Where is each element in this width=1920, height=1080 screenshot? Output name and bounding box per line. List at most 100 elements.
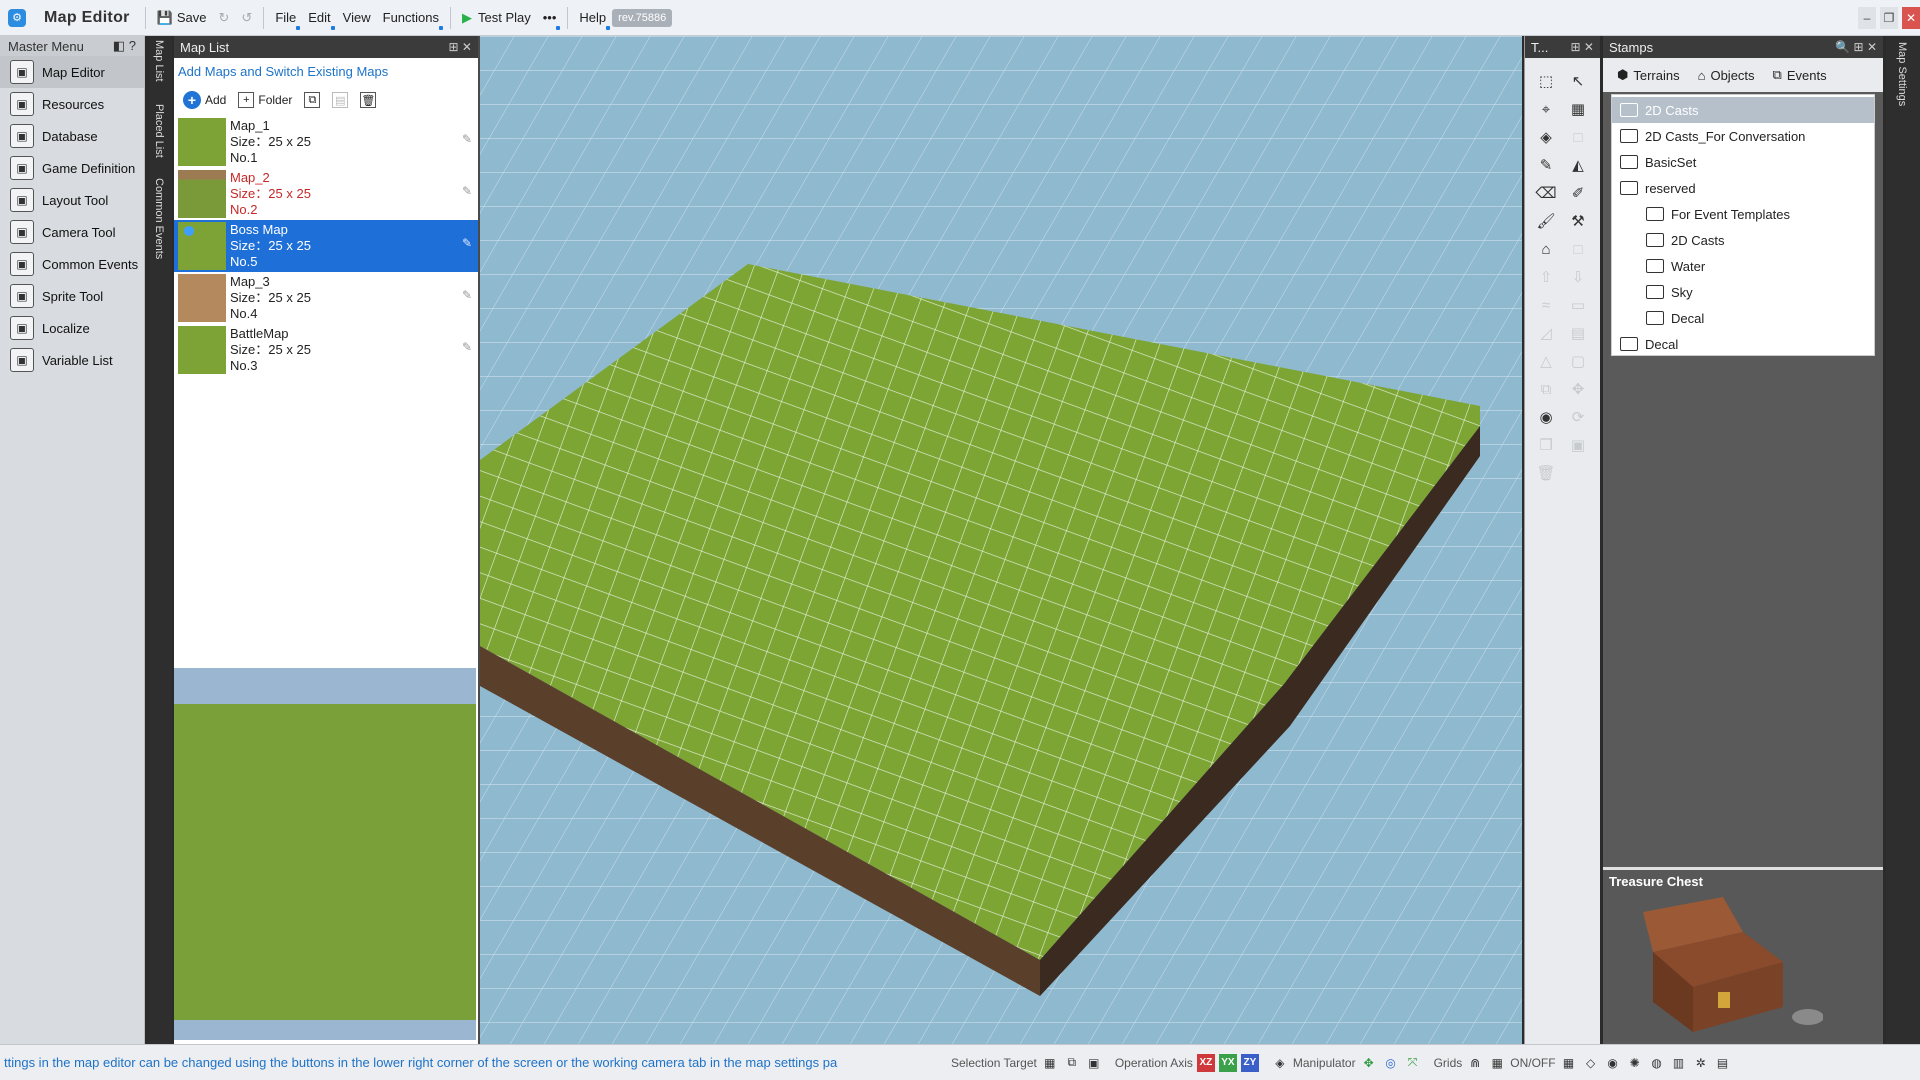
close-button[interactable]: ✕ [1902, 6, 1920, 29]
tree-folder[interactable]: Decal [1612, 331, 1874, 355]
select-rect-icon[interactable]: ⬚ [1533, 68, 1559, 94]
edit-pen-icon[interactable]: ✎ [462, 132, 472, 146]
triangle-icon[interactable]: △ [1533, 348, 1559, 374]
smooth-icon[interactable]: ≈ [1533, 292, 1559, 318]
tree-folder[interactable]: Decal [1612, 305, 1874, 331]
master-menu-item[interactable]: ▣ Map Editor [0, 56, 144, 88]
add-map-button[interactable]: + Add [180, 89, 229, 111]
axis-zy-button[interactable]: ZY [1240, 1053, 1259, 1072]
functions-menu[interactable]: Functions [377, 4, 445, 32]
eyedropper-icon[interactable]: ✐ [1565, 180, 1591, 206]
grid-toggle-icon[interactable]: ▦ [1560, 1054, 1578, 1072]
master-menu-item[interactable]: ▣ Variable List [0, 344, 144, 376]
file-menu[interactable]: File [269, 4, 302, 32]
master-menu-item[interactable]: ▣ Layout Tool [0, 184, 144, 216]
eraser-icon[interactable]: ⌫ [1533, 180, 1559, 206]
edit-menu[interactable]: Edit [302, 4, 336, 32]
light-toggle-icon[interactable]: ✺ [1626, 1054, 1644, 1072]
rotate-gizmo-icon[interactable]: ◎ [1382, 1054, 1400, 1072]
redo-button[interactable]: ↻ [213, 4, 236, 32]
bug-icon[interactable]: ✲ [1692, 1054, 1710, 1072]
event-target-icon[interactable]: ▣ [1085, 1054, 1103, 1072]
master-menu-item[interactable]: ▣ Database [0, 120, 144, 152]
map-list-item[interactable]: Map_1 Size：25 x 25 No.1 ✎ [174, 116, 478, 168]
tree-folder[interactable]: 2D Casts [1612, 227, 1874, 253]
tree-folder[interactable]: Sky [1612, 279, 1874, 305]
scale-gizmo-icon[interactable]: ⤧ [1404, 1054, 1422, 1072]
delete-button[interactable]: 🗑 [357, 90, 379, 110]
edit-pen-icon[interactable]: ✎ [462, 340, 472, 354]
tree-folder[interactable]: reserved [1612, 175, 1874, 201]
axis-yx-button[interactable]: YX [1218, 1053, 1237, 1072]
copy-icon[interactable]: ⧉ [1533, 376, 1559, 402]
clipboard-icon[interactable]: ▣ [1565, 432, 1591, 458]
tree-folder[interactable]: 2D Casts [1612, 97, 1874, 123]
duplicate-button[interactable]: ⧉ [301, 90, 323, 110]
undo-button[interactable]: ↺ [235, 4, 258, 32]
map-list-item[interactable]: Map_3 Size：25 x 25 No.4 ✎ [174, 272, 478, 324]
grid-icon[interactable]: ▦ [1488, 1054, 1506, 1072]
edit-pen-icon[interactable]: ✎ [462, 184, 472, 198]
grid-target-icon[interactable]: ▦ [1041, 1054, 1059, 1072]
magnet-icon[interactable]: ⋒ [1466, 1054, 1484, 1072]
master-menu-item[interactable]: ▣ Common Events [0, 248, 144, 280]
master-menu-item[interactable]: ▣ Localize [0, 312, 144, 344]
master-menu-item[interactable]: ▣ Game Definition [0, 152, 144, 184]
flatten-icon[interactable]: ▭ [1565, 292, 1591, 318]
clone-icon[interactable]: ❐ [1533, 432, 1559, 458]
layer-icon[interactable]: ▤ [1565, 320, 1591, 346]
map-list-item[interactable]: Map_2 Size：25 x 25 No.2 ✎ [174, 168, 478, 220]
move-icon[interactable]: ✥ [1565, 376, 1591, 402]
more-button[interactable]: ••• [537, 4, 563, 32]
panel-controls[interactable]: ⊞ ✕ [449, 40, 472, 54]
tab-objects[interactable]: ⌂ Objects [1692, 68, 1761, 83]
pointer-icon[interactable]: ↖ [1565, 68, 1591, 94]
layer-toggle-icon[interactable]: ◇ [1582, 1054, 1600, 1072]
master-menu-item[interactable]: ▣ Resources [0, 88, 144, 120]
bucket-icon[interactable]: ◭ [1565, 152, 1591, 178]
brush-icon[interactable]: 🖌 [1533, 208, 1559, 234]
test-play-button[interactable]: ▶ Test Play [456, 4, 537, 32]
pencil-icon[interactable]: ✎ [1533, 152, 1559, 178]
map-list-item[interactable]: Boss Map Size：25 x 25 No.5 ✎ [174, 220, 478, 272]
tab-common-events[interactable]: Common Events [153, 178, 165, 259]
house-icon[interactable]: ⌂ [1533, 236, 1559, 262]
window-icon[interactable]: ▢ [1565, 348, 1591, 374]
panel-controls[interactable]: 🔍 ⊞ ✕ [1835, 40, 1877, 54]
view-menu[interactable]: View [337, 4, 377, 32]
rotate-icon[interactable]: ⟳ [1565, 404, 1591, 430]
tree-folder[interactable]: For Event Templates [1612, 201, 1874, 227]
camera-toggle-icon[interactable]: ◉ [1604, 1054, 1622, 1072]
sky-toggle-icon[interactable]: ◍ [1648, 1054, 1666, 1072]
lower-icon[interactable]: ⇩ [1565, 264, 1591, 290]
maximize-button[interactable]: ❐ [1880, 6, 1898, 29]
trash-icon[interactable]: 🗑 [1533, 460, 1559, 486]
paste-button[interactable]: ▤ [329, 90, 351, 110]
object-target-icon[interactable]: ⧉ [1063, 1054, 1081, 1072]
cube-icon[interactable]: ◈ [1533, 124, 1559, 150]
trash-toggle-icon[interactable]: ▥ [1670, 1054, 1688, 1072]
map-viewport[interactable] [478, 36, 1522, 1044]
tree-folder[interactable]: BasicSet [1612, 149, 1874, 175]
tree-folder[interactable]: 2D Casts_For Conversation [1612, 123, 1874, 149]
master-menu-item[interactable]: ▣ Camera Tool [0, 216, 144, 248]
map-list-item[interactable]: BattleMap Size：25 x 25 No.3 ✎ [174, 324, 478, 376]
select-lasso-icon[interactable]: ⌖ [1533, 96, 1559, 122]
panel-controls[interactable]: ⊞ ✕ [1571, 40, 1594, 54]
tab-map-list[interactable]: Map List [153, 40, 165, 82]
axis-xz-button[interactable]: XZ [1196, 1053, 1215, 1072]
stamp-icon[interactable]: ⚒ [1565, 208, 1591, 234]
tree-folder[interactable]: Water [1612, 253, 1874, 279]
edit-pen-icon[interactable]: ✎ [462, 288, 472, 302]
settings-icon[interactable]: ▤ [1714, 1054, 1732, 1072]
minimize-button[interactable]: – [1858, 6, 1876, 29]
tab-placed-list[interactable]: Placed List [153, 104, 165, 158]
collapse-icon[interactable]: ◧ ? [113, 38, 136, 54]
raise-icon[interactable]: ⇧ [1533, 264, 1559, 290]
save-button[interactable]: 💾 Save [151, 4, 213, 32]
slope-icon[interactable]: ◿ [1533, 320, 1559, 346]
move-gizmo-icon[interactable]: ✥ [1360, 1054, 1378, 1072]
master-menu-item[interactable]: ▣ Sprite Tool [0, 280, 144, 312]
grid-select-icon[interactable]: ▦ [1565, 96, 1591, 122]
camera-icon[interactable]: ◉ [1533, 404, 1559, 430]
